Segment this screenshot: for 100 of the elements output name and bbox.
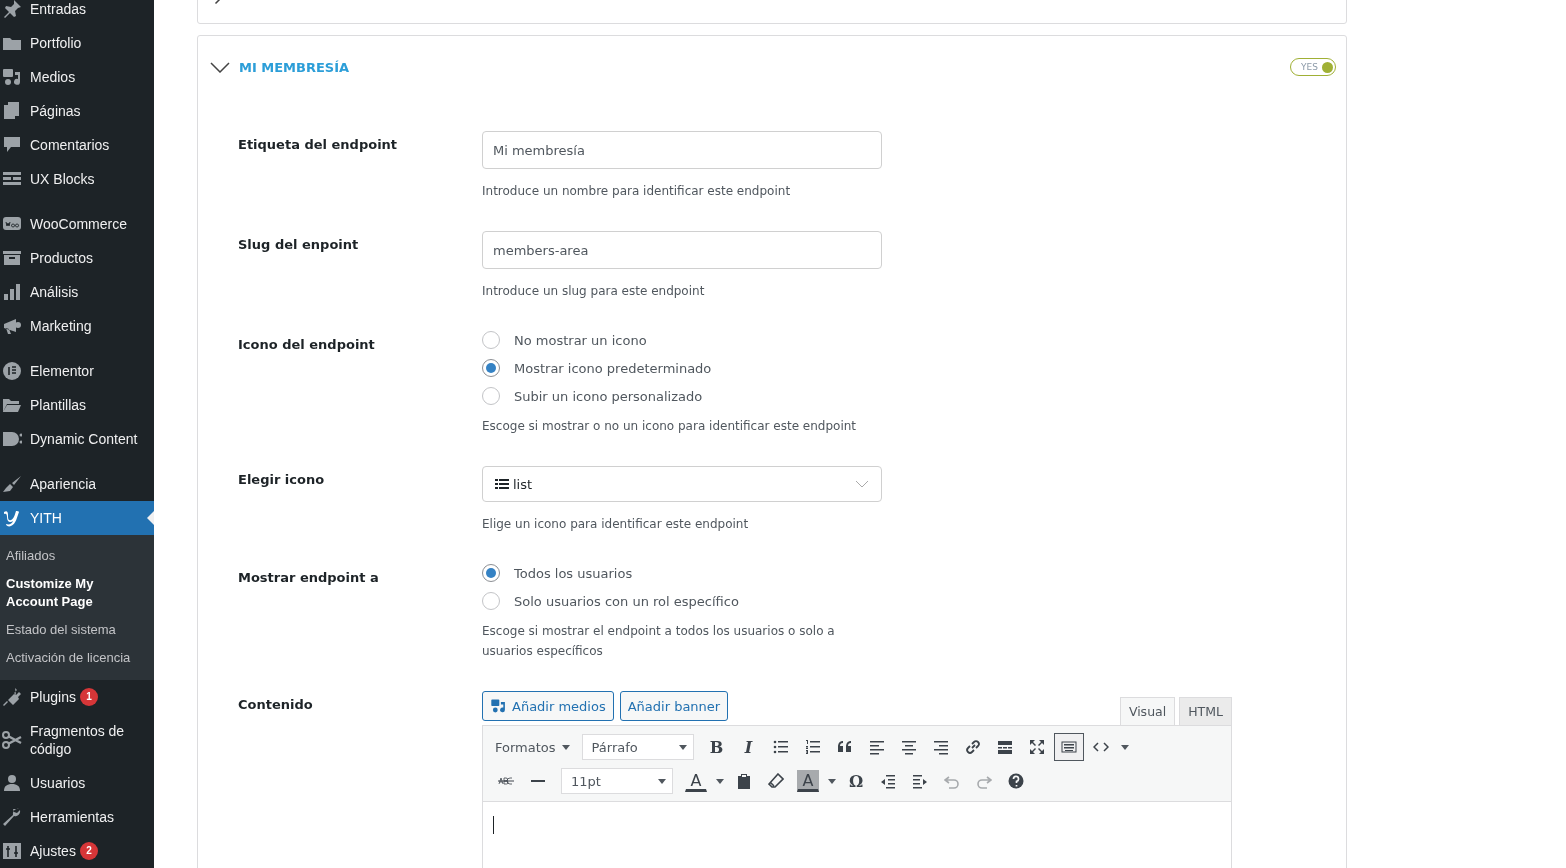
d-block-icon [2, 429, 22, 449]
caret-icon [658, 778, 666, 784]
submenu-item[interactable]: Afiliados [0, 542, 154, 570]
submenu-item[interactable]: Estado del sistema [0, 616, 154, 644]
menu-item[interactable]: Plugins 1 [0, 680, 154, 714]
menu-item[interactable]: Marketing [0, 309, 154, 343]
field-label: Etiqueta del endpoint [238, 136, 399, 154]
notification-badge: 1 [79, 688, 98, 706]
bar-chart-icon [2, 282, 22, 302]
horizontal-line-icon [531, 780, 545, 782]
bulleted-list-icon [772, 739, 789, 755]
formats-menu[interactable]: Formatos [491, 733, 574, 761]
menu-item[interactable]: YITH [0, 501, 154, 535]
editor-tab[interactable]: Visual [1119, 697, 1176, 725]
menu-item[interactable]: Productos [0, 241, 154, 275]
menu-item[interactable]: Medios [0, 60, 154, 94]
radio-label[interactable]: Solo usuarios con un rol específico [514, 593, 739, 609]
eraser-icon [768, 773, 784, 789]
toolbar-button[interactable]: A [797, 770, 819, 792]
menu-item[interactable]: Usuarios [0, 766, 154, 800]
menu-item[interactable]: Elementor [0, 354, 154, 388]
editor-tab[interactable]: HTML [1179, 697, 1232, 725]
submenu-item[interactable]: Customize My Account Page [0, 570, 154, 616]
section-title: MI MEMBRESÍA [239, 59, 350, 75]
logo-icon [2, 508, 22, 528]
dropdown[interactable]: 11pt [561, 768, 673, 794]
outdent-icon [880, 773, 896, 789]
menu-item[interactable]: Entradas [0, 0, 154, 26]
menu-item[interactable]: Comentarios [0, 128, 154, 162]
menu-item[interactable]: WooCommerce [0, 207, 154, 241]
field-label: Mostrar endpoint a [238, 569, 380, 587]
help-icon [1008, 773, 1024, 789]
list-icon [495, 478, 509, 490]
toolbar-button[interactable]: Ω [841, 767, 871, 795]
submenu-item[interactable]: Activación de licencia [0, 644, 154, 672]
icon-select[interactable]: list [482, 466, 882, 502]
quote-icon [836, 739, 853, 755]
field-label: Elegir icono [238, 471, 326, 489]
menu-item[interactable]: Análisis [0, 275, 154, 309]
menu-item[interactable]: Herramientas [0, 800, 154, 834]
redo-icon [976, 773, 992, 789]
menu-item[interactable]: Fragmentos de código [0, 714, 154, 766]
caret-icon [561, 744, 570, 750]
align-center-icon [900, 739, 917, 755]
text-input[interactable]: members-area [482, 231, 882, 269]
dropdown[interactable]: Párrafo [581, 734, 694, 760]
radio-label[interactable]: Mostrar icono predeterminado [514, 360, 712, 376]
wrench-icon [2, 807, 22, 827]
add-banner-button[interactable]: Añadir banner [619, 691, 729, 721]
field-description: Escoge si mostrar el endpoint a todos los usuarios o solo a usuarios específicos [482, 623, 836, 660]
field-description: Escoge si mostrar o no un icono para identificar este endpoint [482, 418, 858, 435]
pages-icon [2, 101, 22, 121]
text-cursor [493, 816, 494, 834]
keyboard-button[interactable] [1053, 733, 1084, 761]
read-more-icon [996, 739, 1013, 755]
toolbar-button[interactable]: I [733, 733, 764, 761]
keyboard-icon [1060, 739, 1077, 755]
align-left-icon [868, 739, 885, 755]
brush-icon [2, 474, 22, 494]
menu-item[interactable]: Portfolio [0, 26, 154, 60]
menu-item[interactable]: UX Blocks [0, 162, 154, 196]
megaphone-icon [2, 316, 22, 336]
media-icon [2, 67, 22, 87]
menu-item[interactable]: Plantillas [0, 388, 154, 422]
field-label: Icono del endpoint [238, 336, 376, 354]
field-description: Introduce un nombre para identificar este endpoint [482, 183, 792, 200]
undo-icon [944, 773, 960, 789]
fullscreen-icon [1028, 739, 1045, 755]
current-pointer-icon [147, 511, 154, 525]
clipboard-icon [736, 773, 752, 789]
field-label: Slug del enpoint [238, 236, 360, 254]
numbered-list-icon [804, 739, 821, 755]
align-right-icon [932, 739, 949, 755]
field-label: Contenido [238, 696, 314, 714]
caret-icon [678, 744, 687, 750]
media-icon [490, 698, 507, 714]
radio-label[interactable]: Subir un icono personalizado [514, 388, 703, 404]
indent-icon [912, 773, 928, 789]
caret-icon [828, 778, 836, 784]
user-icon [2, 773, 22, 793]
radio-label[interactable]: No mostrar un icono [514, 332, 647, 348]
pin-icon [2, 0, 22, 19]
field-description: Elige un icono para identificar este endpoint [482, 516, 750, 533]
menu-item[interactable]: Páginas [0, 94, 154, 128]
toolbar-button[interactable]: B [701, 733, 732, 761]
toolbar-button[interactable]: A [685, 770, 707, 792]
notification-badge: 2 [79, 842, 98, 860]
text-input[interactable]: Mi membresía [482, 131, 882, 169]
menu-item[interactable]: Apariencia [0, 467, 154, 501]
caret-icon [716, 778, 724, 784]
plug-icon [2, 687, 22, 707]
add-media-button[interactable]: Añadir medios [482, 691, 614, 721]
caret-icon [1120, 744, 1129, 750]
menu-item[interactable]: Ajustes 2 [0, 834, 154, 868]
radio-label[interactable]: Todos los usuarios [514, 565, 633, 581]
link-icon [964, 739, 981, 755]
chevron-down-icon [855, 480, 869, 488]
scissors-icon [2, 730, 22, 750]
menu-item[interactable]: Dynamic Content [0, 422, 154, 456]
field-description: Introduce un slug para este endpoint [482, 283, 706, 300]
